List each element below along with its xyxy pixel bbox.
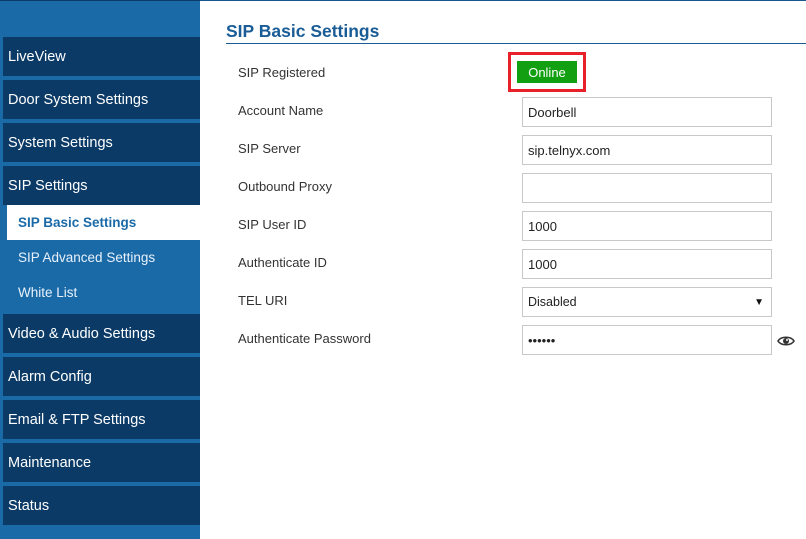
eye-icon[interactable] (777, 334, 795, 348)
tel-uri-label: TEL URI (238, 293, 288, 308)
sidebar-subitem-sip-basic-settings[interactable]: SIP Basic Settings (7, 205, 200, 240)
sidebar-item-status[interactable]: Status (3, 486, 200, 525)
authenticate-id-field[interactable] (522, 249, 772, 279)
title-divider (226, 43, 806, 44)
status-badge: Online (517, 61, 577, 83)
sip-user-id-label: SIP User ID (238, 217, 307, 232)
outbound-proxy-label: Outbound Proxy (238, 179, 332, 194)
top-border (200, 0, 806, 1)
outbound-proxy-field[interactable] (522, 173, 772, 203)
sidebar-subitem-white-list[interactable]: White List (7, 275, 200, 310)
sidebar-item-system-settings[interactable]: System Settings (3, 123, 200, 162)
sip-server-field[interactable] (522, 135, 772, 165)
sidebar-item-video-audio-settings[interactable]: Video & Audio Settings (3, 314, 200, 353)
sidebar-item-door-system-settings[interactable]: Door System Settings (3, 80, 200, 119)
sidebar-item-maintenance[interactable]: Maintenance (3, 443, 200, 482)
sidebar-item-sip-settings[interactable]: SIP Settings (3, 166, 200, 205)
sidebar-nav: LiveView Door System Settings System Set… (0, 0, 200, 539)
sidebar-item-email-ftp-settings[interactable]: Email & FTP Settings (3, 400, 200, 439)
tel-uri-select[interactable]: Disabled ▼ (522, 287, 772, 317)
sip-user-id-field[interactable] (522, 211, 772, 241)
authenticate-password-label: Authenticate Password (238, 331, 371, 346)
sidebar-item-liveview[interactable]: LiveView (3, 37, 200, 76)
account-name-label: Account Name (238, 103, 324, 118)
page-title: SIP Basic Settings (226, 21, 380, 41)
authenticate-password-field[interactable] (522, 325, 772, 355)
authenticate-id-label: Authenticate ID (238, 255, 327, 270)
caret-down-icon: ▼ (754, 297, 764, 308)
sip-registered-label: SIP Registered (238, 65, 326, 80)
sip-server-label: SIP Server (238, 141, 301, 156)
sidebar-subitem-sip-advanced-settings[interactable]: SIP Advanced Settings (7, 240, 200, 275)
account-name-field[interactable] (522, 97, 772, 127)
sidebar-item-alarm-config[interactable]: Alarm Config (3, 357, 200, 396)
tel-uri-selected-value: Disabled (528, 295, 577, 309)
